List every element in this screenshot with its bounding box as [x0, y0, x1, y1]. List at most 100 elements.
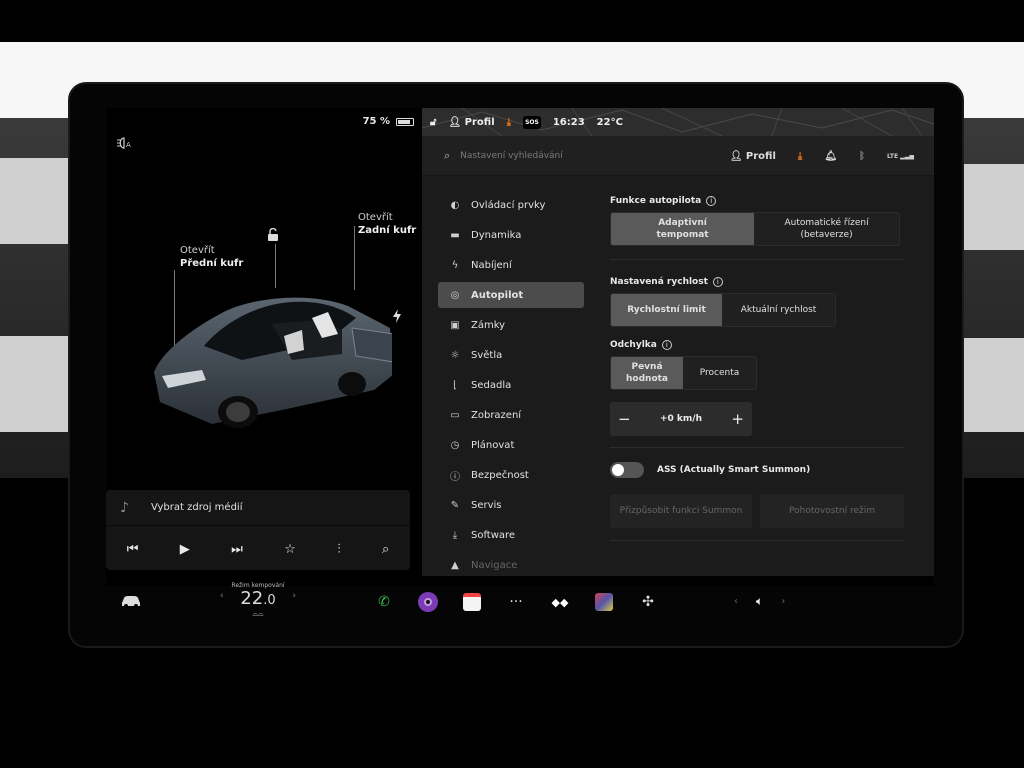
- standby-button[interactable]: Pohotovostní režim: [760, 494, 904, 528]
- temp-dec: .0: [263, 593, 276, 608]
- alarm-icon: ◷: [450, 439, 460, 451]
- minus-button[interactable]: −: [618, 410, 631, 428]
- speed-title-text: Nastavená rychlost: [610, 277, 708, 287]
- top-unlock-icon[interactable]: 🔓︎: [430, 117, 436, 128]
- profile-button-top[interactable]: 👤︎ Profil: [448, 117, 494, 128]
- nav-item-plánovat[interactable]: ◷ Plánovat: [438, 432, 584, 458]
- fixed-value-option[interactable]: Pevná hodnota: [611, 357, 683, 389]
- current-speed-option[interactable]: Aktuální rychlost: [722, 294, 835, 326]
- profile-button[interactable]: 👤︎ Profil: [730, 151, 776, 162]
- nav-item-label: Dynamika: [471, 229, 522, 241]
- adaptive-cruise-option[interactable]: Adaptivní tempomat: [611, 213, 755, 245]
- download-icon[interactable]: ⤓: [798, 151, 802, 162]
- sos-badge[interactable]: SOS: [523, 115, 541, 129]
- search-bar-actions: 👤︎ Profil ⤓ 🔔︎ ᛒ LTE ▂▃▅: [730, 136, 914, 176]
- alert-icon: ⓘ: [450, 471, 460, 483]
- charge-port-icon[interactable]: [392, 308, 402, 324]
- previous-track-icon[interactable]: ⏮: [127, 542, 139, 557]
- download-icon-top[interactable]: ⤓: [507, 117, 511, 128]
- front-open-label: Otevřít: [180, 245, 215, 256]
- calendar-icon[interactable]: [460, 590, 484, 614]
- speed-limit-option[interactable]: Rychlostní limit: [611, 294, 723, 326]
- auto-headlights-icon[interactable]: A: [116, 136, 136, 150]
- search-input[interactable]: Nastavení vyhledávání: [460, 151, 680, 161]
- nav-item-bezpečnost[interactable]: ⓘ Bezpečnost: [438, 462, 584, 488]
- rear-trunk-button[interactable]: Otevřít Zadní kufr: [358, 211, 416, 237]
- favorite-star-icon[interactable]: ☆: [284, 542, 296, 557]
- car-icon: ▬: [450, 229, 460, 241]
- car-icon[interactable]: [120, 593, 142, 609]
- features-segmented: Adaptivní tempomat Automatické řízení (b…: [610, 212, 900, 246]
- seat-heater-icon[interactable]: ⌓⌓: [218, 611, 298, 618]
- car-model-image: [154, 297, 392, 428]
- camera-icon[interactable]: [416, 590, 440, 614]
- media-search-icon[interactable]: ⌕: [382, 542, 389, 557]
- plus-button[interactable]: +: [731, 410, 744, 428]
- nav-item-label: Autopilot: [471, 289, 524, 301]
- cabin-temp: 22.0: [218, 589, 298, 611]
- autosteer-option[interactable]: Automatické řízení (betaverze): [754, 213, 899, 245]
- lte-label: LTE: [887, 152, 899, 160]
- volume-down-icon[interactable]: ‹: [734, 596, 738, 607]
- settings-panel: 🔓︎ 👤︎ Profil ⤓ SOS 16:23 22°C ⌕ Nastaven…: [422, 108, 934, 576]
- wrench-icon: ✎: [450, 499, 460, 511]
- temp-up-icon[interactable]: ›: [292, 591, 296, 601]
- bluetooth-icon[interactable]: ᛒ: [859, 151, 865, 162]
- info-icon[interactable]: i: [706, 196, 717, 206]
- touchscreen: 75 % A Otevřít Přední kufr Otevřít Zadní…: [106, 108, 934, 586]
- summon-customize-button[interactable]: Přizpůsobit funkci Summon: [610, 494, 753, 528]
- offset-title: Odchylka i: [610, 340, 904, 350]
- nav-item-servis[interactable]: ✎ Servis: [438, 492, 584, 518]
- unlocked-icon[interactable]: [266, 228, 280, 242]
- climate-control[interactable]: Režim kempování ‹ 22.0 › ⌓⌓: [218, 582, 298, 618]
- status-battery: 75 %: [363, 116, 414, 127]
- nav-item-nabíjení[interactable]: ϟ Nabíjení: [438, 252, 584, 278]
- media-player: ♪ Vybrat zdroj médií ⏮ ▶ ⏭ ☆ ⫶ ⌕: [106, 490, 410, 570]
- lock-icon: ▣: [450, 319, 460, 331]
- info-icon[interactable]: i: [661, 340, 672, 350]
- divider: [610, 259, 904, 260]
- ass-row: ASS (Actually Smart Summon): [610, 462, 904, 478]
- sun-icon: ☼: [450, 349, 460, 361]
- tidal-icon[interactable]: ◆◆: [548, 590, 572, 614]
- offset-title-text: Odchylka: [610, 340, 657, 350]
- rear-pin-line: [354, 226, 355, 290]
- settings-nav: ◐ Ovládací prvky ▬ Dynamika ϟ Nabíjení ◎ Autopi…: [438, 192, 584, 576]
- bell-icon[interactable]: 🔔︎: [824, 151, 837, 162]
- more-icon[interactable]: ···: [504, 590, 528, 614]
- nav-item-sedadla[interactable]: ⌊ Sedadla: [438, 372, 584, 398]
- ass-toggle[interactable]: [610, 462, 644, 478]
- percent-option[interactable]: Procenta: [683, 357, 756, 389]
- arcade-icon[interactable]: [592, 590, 616, 614]
- front-trunk-button[interactable]: Otevřít Přední kufr: [180, 244, 243, 270]
- media-source-selector[interactable]: ♪ Vybrat zdroj médií: [106, 490, 410, 526]
- fan-icon[interactable]: ✣: [636, 590, 660, 614]
- autopilot-settings: Funkce autopilota i Adaptivní tempomat A…: [610, 196, 904, 541]
- speaker-icon[interactable]: 🔈︎: [756, 594, 763, 609]
- offset-segmented: Pevná hodnota Procenta: [610, 356, 757, 390]
- nav-item-label: Software: [471, 529, 516, 541]
- phone-icon[interactable]: ✆: [372, 590, 396, 614]
- features-title: Funkce autopilota i: [610, 196, 904, 206]
- volume-up-icon[interactable]: ›: [781, 596, 785, 607]
- temp-down-icon[interactable]: ‹: [220, 591, 224, 601]
- nav-item-zobrazení[interactable]: ▭ Zobrazení: [438, 402, 584, 428]
- nav-item-navigace[interactable]: ▲ Navigace: [438, 552, 584, 576]
- nav-item-software[interactable]: ⤓ Software: [438, 522, 584, 548]
- divider: [610, 540, 904, 541]
- play-icon[interactable]: ▶: [180, 542, 190, 557]
- next-track-icon[interactable]: ⏭: [231, 542, 243, 557]
- nav-item-dynamika[interactable]: ▬ Dynamika: [438, 222, 584, 248]
- offset-value: +0 km/h: [660, 414, 702, 424]
- search-icon: ⌕: [444, 148, 451, 162]
- equalizer-icon[interactable]: ⫶: [337, 542, 340, 557]
- nav-item-ovládací-prvky[interactable]: ◐ Ovládací prvky: [438, 192, 584, 218]
- steering-wheel-icon: ◎: [450, 289, 460, 301]
- car-panel: 75 % A Otevřít Přední kufr Otevřít Zadní…: [106, 108, 422, 576]
- music-note-icon: ♪: [120, 499, 129, 516]
- info-icon[interactable]: i: [712, 277, 723, 287]
- nav-item-autopilot[interactable]: ◎ Autopilot: [438, 282, 584, 308]
- nav-item-zámky[interactable]: ▣ Zámky: [438, 312, 584, 338]
- nav-item-label: Navigace: [471, 559, 518, 571]
- nav-item-světla[interactable]: ☼ Světla: [438, 342, 584, 368]
